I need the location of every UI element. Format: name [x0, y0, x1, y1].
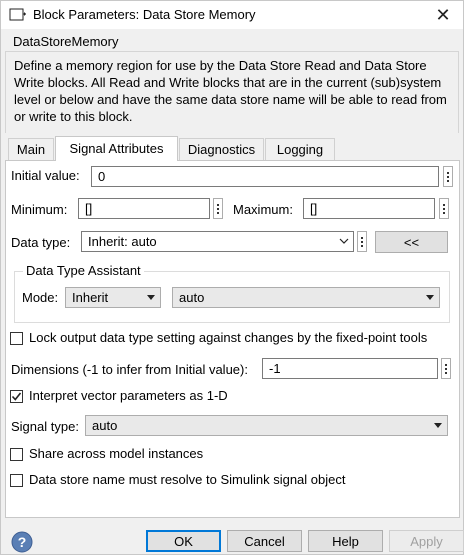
- interpret-vector-label: Interpret vector parameters as 1-D: [29, 388, 228, 403]
- share-instances-label: Share across model instances: [29, 446, 204, 461]
- signal-type-value: auto: [92, 418, 118, 433]
- resolve-simulink-label: Data store name must resolve to Simulink…: [29, 472, 346, 487]
- data-type-assistant-title: Data Type Assistant: [23, 263, 144, 278]
- inherit-rule-select[interactable]: auto: [172, 287, 440, 308]
- data-type-label: Data type:: [11, 235, 71, 250]
- window-title: Block Parameters: Data Store Memory: [33, 7, 256, 22]
- svg-text:?: ?: [18, 534, 27, 550]
- dropdown-arrow-icon: [426, 295, 434, 300]
- minimum-more-icon[interactable]: [213, 198, 223, 219]
- dimensions-field[interactable]: -1: [262, 358, 438, 379]
- tab-diagnostics[interactable]: Diagnostics: [179, 138, 264, 160]
- title-bar: Block Parameters: Data Store Memory ✕: [1, 1, 463, 29]
- initial-value-field[interactable]: 0: [91, 166, 439, 187]
- resolve-simulink-checkbox[interactable]: [10, 474, 23, 487]
- data-type-assistant-group: Data Type Assistant Mode: Inherit auto: [14, 263, 450, 323]
- block-parameters-dialog: Block Parameters: Data Store Memory ✕ Da…: [0, 0, 464, 555]
- help-icon[interactable]: ?: [11, 531, 33, 553]
- initial-value-more-icon[interactable]: [443, 166, 453, 187]
- block-description: Define a memory region for use by the Da…: [14, 58, 447, 124]
- signal-attributes-panel: Initial value: 0 Minimum: [] Maximum: []…: [5, 160, 460, 518]
- interpret-vector-checkbox[interactable]: [10, 390, 23, 403]
- block-type-name: DataStoreMemory: [13, 34, 119, 49]
- dimensions-label: Dimensions (-1 to infer from Initial val…: [11, 362, 248, 377]
- data-type-more-icon[interactable]: [357, 231, 367, 252]
- data-type-assistant-toggle-button[interactable]: <<: [375, 231, 448, 253]
- ok-button[interactable]: OK: [146, 530, 221, 552]
- maximum-more-icon[interactable]: [439, 198, 449, 219]
- data-type-value: Inherit: auto: [88, 234, 157, 249]
- chevron-down-icon: [339, 234, 349, 251]
- checkmark-icon: [11, 392, 22, 401]
- tab-signal-attributes[interactable]: Signal Attributes: [55, 136, 178, 161]
- signal-type-select[interactable]: auto: [85, 415, 448, 436]
- cancel-button[interactable]: Cancel: [227, 530, 302, 552]
- simulink-block-icon: [9, 7, 27, 23]
- lock-output-checkbox[interactable]: [10, 332, 23, 345]
- maximum-label: Maximum:: [233, 202, 293, 217]
- inherit-rule-value: auto: [179, 290, 205, 305]
- dimensions-more-icon[interactable]: [441, 358, 451, 379]
- signal-type-label: Signal type:: [11, 419, 79, 434]
- minimum-label: Minimum:: [11, 202, 68, 217]
- mode-value: Inherit: [72, 290, 109, 305]
- dropdown-arrow-icon: [434, 423, 442, 428]
- help-button[interactable]: Help: [308, 530, 383, 552]
- description-box: Define a memory region for use by the Da…: [5, 51, 459, 133]
- close-icon[interactable]: ✕: [423, 1, 463, 29]
- initial-value-label: Initial value:: [11, 168, 80, 183]
- tab-main[interactable]: Main: [8, 138, 54, 160]
- maximum-field[interactable]: []: [303, 198, 435, 219]
- dropdown-arrow-icon: [147, 295, 155, 300]
- mode-select[interactable]: Inherit: [65, 287, 161, 308]
- apply-button[interactable]: Apply: [389, 530, 464, 552]
- tab-logging[interactable]: Logging: [265, 138, 335, 160]
- minimum-field[interactable]: []: [78, 198, 210, 219]
- data-type-select[interactable]: Inherit: auto: [81, 231, 354, 252]
- share-instances-checkbox[interactable]: [10, 448, 23, 461]
- mode-label: Mode:: [22, 290, 59, 305]
- lock-output-label: Lock output data type setting against ch…: [29, 330, 428, 345]
